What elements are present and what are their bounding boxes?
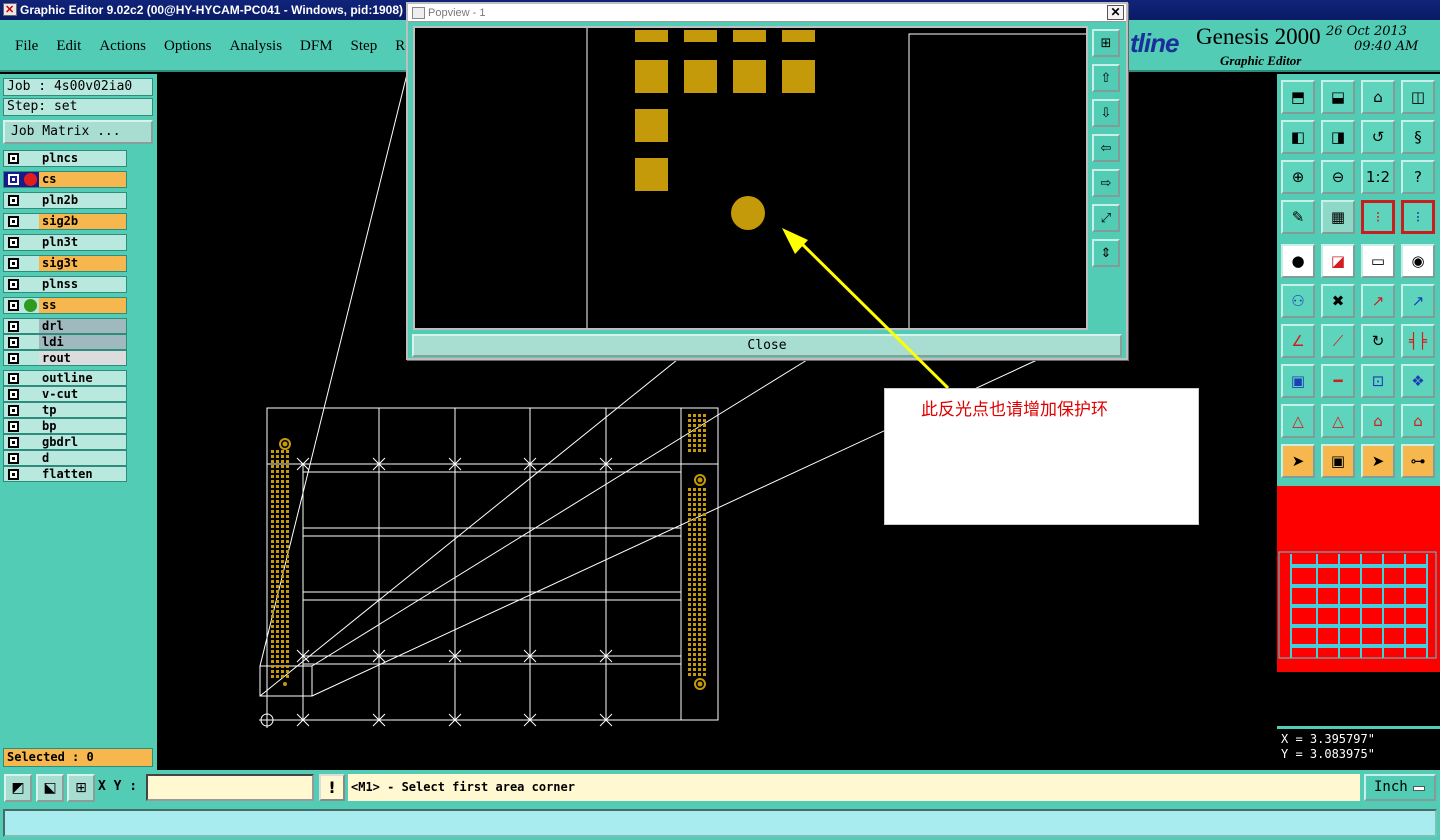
xy-input[interactable] <box>146 774 314 801</box>
net-connect-icon[interactable]: ⁝ <box>1361 200 1395 234</box>
join-icon[interactable]: ⚇ <box>1281 284 1315 318</box>
copy-icon[interactable]: ↗ <box>1401 284 1435 318</box>
annotation-arrow <box>782 228 950 390</box>
snap-icon[interactable]: ✖ <box>1321 284 1355 318</box>
zoom-out-icon[interactable]: ⊖ <box>1321 160 1355 194</box>
scale-1-2-icon[interactable]: 1:2 <box>1361 160 1395 194</box>
status-bar <box>0 806 1440 840</box>
command-prompt: <M1> - Select first area corner <box>348 774 1360 801</box>
coord-x: X = 3.395797" <box>1281 732 1375 746</box>
xy-label: X Y : <box>98 779 138 794</box>
select-pointer-icon[interactable]: ➤ <box>1281 444 1315 478</box>
pan-bottom-icon[interactable]: ⬓ <box>1321 80 1355 114</box>
angle-icon[interactable]: ∠ <box>1281 324 1315 358</box>
redraw-icon[interactable]: § <box>1401 120 1435 154</box>
triangle-icon[interactable]: △ <box>1281 404 1315 438</box>
select-box-icon[interactable]: ▣ <box>1321 444 1355 478</box>
select-area-icon[interactable]: ➤ <box>1361 444 1395 478</box>
undo-view-icon[interactable]: ↺ <box>1361 120 1395 154</box>
grid-icon[interactable]: ▦ <box>1321 200 1355 234</box>
move-icon[interactable]: ↗ <box>1361 284 1395 318</box>
edit-tools: ● ◪ ▭ ◉ ⚇ ✖ ↗ ↗ ∠ ⟋ ↻ ╡╞ ▣ ━ ⊡ ❖ △ △ ⌂ ⌂… <box>1281 244 1435 478</box>
circle-pad-icon[interactable]: ◉ <box>1401 244 1435 278</box>
right-tool-panel: ⬒ ⬓ ⌂ ◫ ◧ ◨ ↺ § ⊕ ⊖ 1:2 ? ✎ ▦ ⁝ ⁝ ● ◪ ▭ … <box>1277 74 1440 770</box>
zoom-box-icon[interactable]: ◩ <box>4 774 32 802</box>
split-view-icon[interactable]: ◫ <box>1401 80 1435 114</box>
pad-add-icon[interactable]: ● <box>1281 244 1315 278</box>
overview-map[interactable] <box>1277 486 1440 672</box>
home-icon[interactable]: ⌂ <box>1361 80 1395 114</box>
measure-snap-icon[interactable]: ⬕ <box>36 774 64 802</box>
annotation-callout: 此反光点也请增加保护环 <box>884 388 1199 525</box>
annotation-text: 此反光点也请增加保护环 <box>921 400 1108 420</box>
exclamation-icon[interactable]: ! <box>319 774 345 801</box>
pan-left-icon[interactable]: ◧ <box>1281 120 1315 154</box>
measure-icon[interactable]: ⊡ <box>1361 364 1395 398</box>
help-icon[interactable]: ? <box>1401 160 1435 194</box>
select-net-icon[interactable]: ⊶ <box>1401 444 1435 478</box>
group-icon[interactable]: ❖ <box>1401 364 1435 398</box>
pad-move-icon[interactable]: ▣ <box>1281 364 1315 398</box>
coord-y: Y = 3.083975" <box>1281 747 1375 761</box>
command-bar: ◩ ⬕ ⊞ X Y : ! <M1> - Select first area c… <box>0 770 1440 806</box>
tools-palette-icon[interactable]: ✎ <box>1281 200 1315 234</box>
pan-right-icon[interactable]: ◨ <box>1321 120 1355 154</box>
trim-icon[interactable]: ━ <box>1321 364 1355 398</box>
net-connect-alt-icon[interactable]: ⁝ <box>1401 200 1435 234</box>
units-selector[interactable]: Inch <box>1364 774 1436 801</box>
split-icon[interactable]: ╡╞ <box>1401 324 1435 358</box>
status-field <box>3 809 1437 837</box>
ruler-icon[interactable]: ▭ <box>1361 244 1395 278</box>
overview-drawing <box>1278 551 1437 659</box>
triangle-move-icon[interactable]: △ <box>1321 404 1355 438</box>
line-add-icon[interactable]: ◪ <box>1321 244 1355 278</box>
arc-icon[interactable]: ↻ <box>1361 324 1395 358</box>
zoom-in-icon[interactable]: ⊕ <box>1281 160 1315 194</box>
slope-icon[interactable]: ⟋ <box>1321 324 1355 358</box>
pan-top-icon[interactable]: ⬒ <box>1281 80 1315 114</box>
view-tools: ⬒ ⬓ ⌂ ◫ ◧ ◨ ↺ § ⊕ ⊖ 1:2 ? ✎ ▦ ⁝ ⁝ <box>1281 80 1435 234</box>
overview-empty <box>1277 672 1440 726</box>
arch-icon[interactable]: ⌂ <box>1361 404 1395 438</box>
arch-alt-icon[interactable]: ⌂ <box>1401 404 1435 438</box>
grid-snap-icon[interactable]: ⊞ <box>67 774 95 802</box>
cursor-coordinates: X = 3.395797" Y = 3.083975" <box>1277 729 1440 770</box>
